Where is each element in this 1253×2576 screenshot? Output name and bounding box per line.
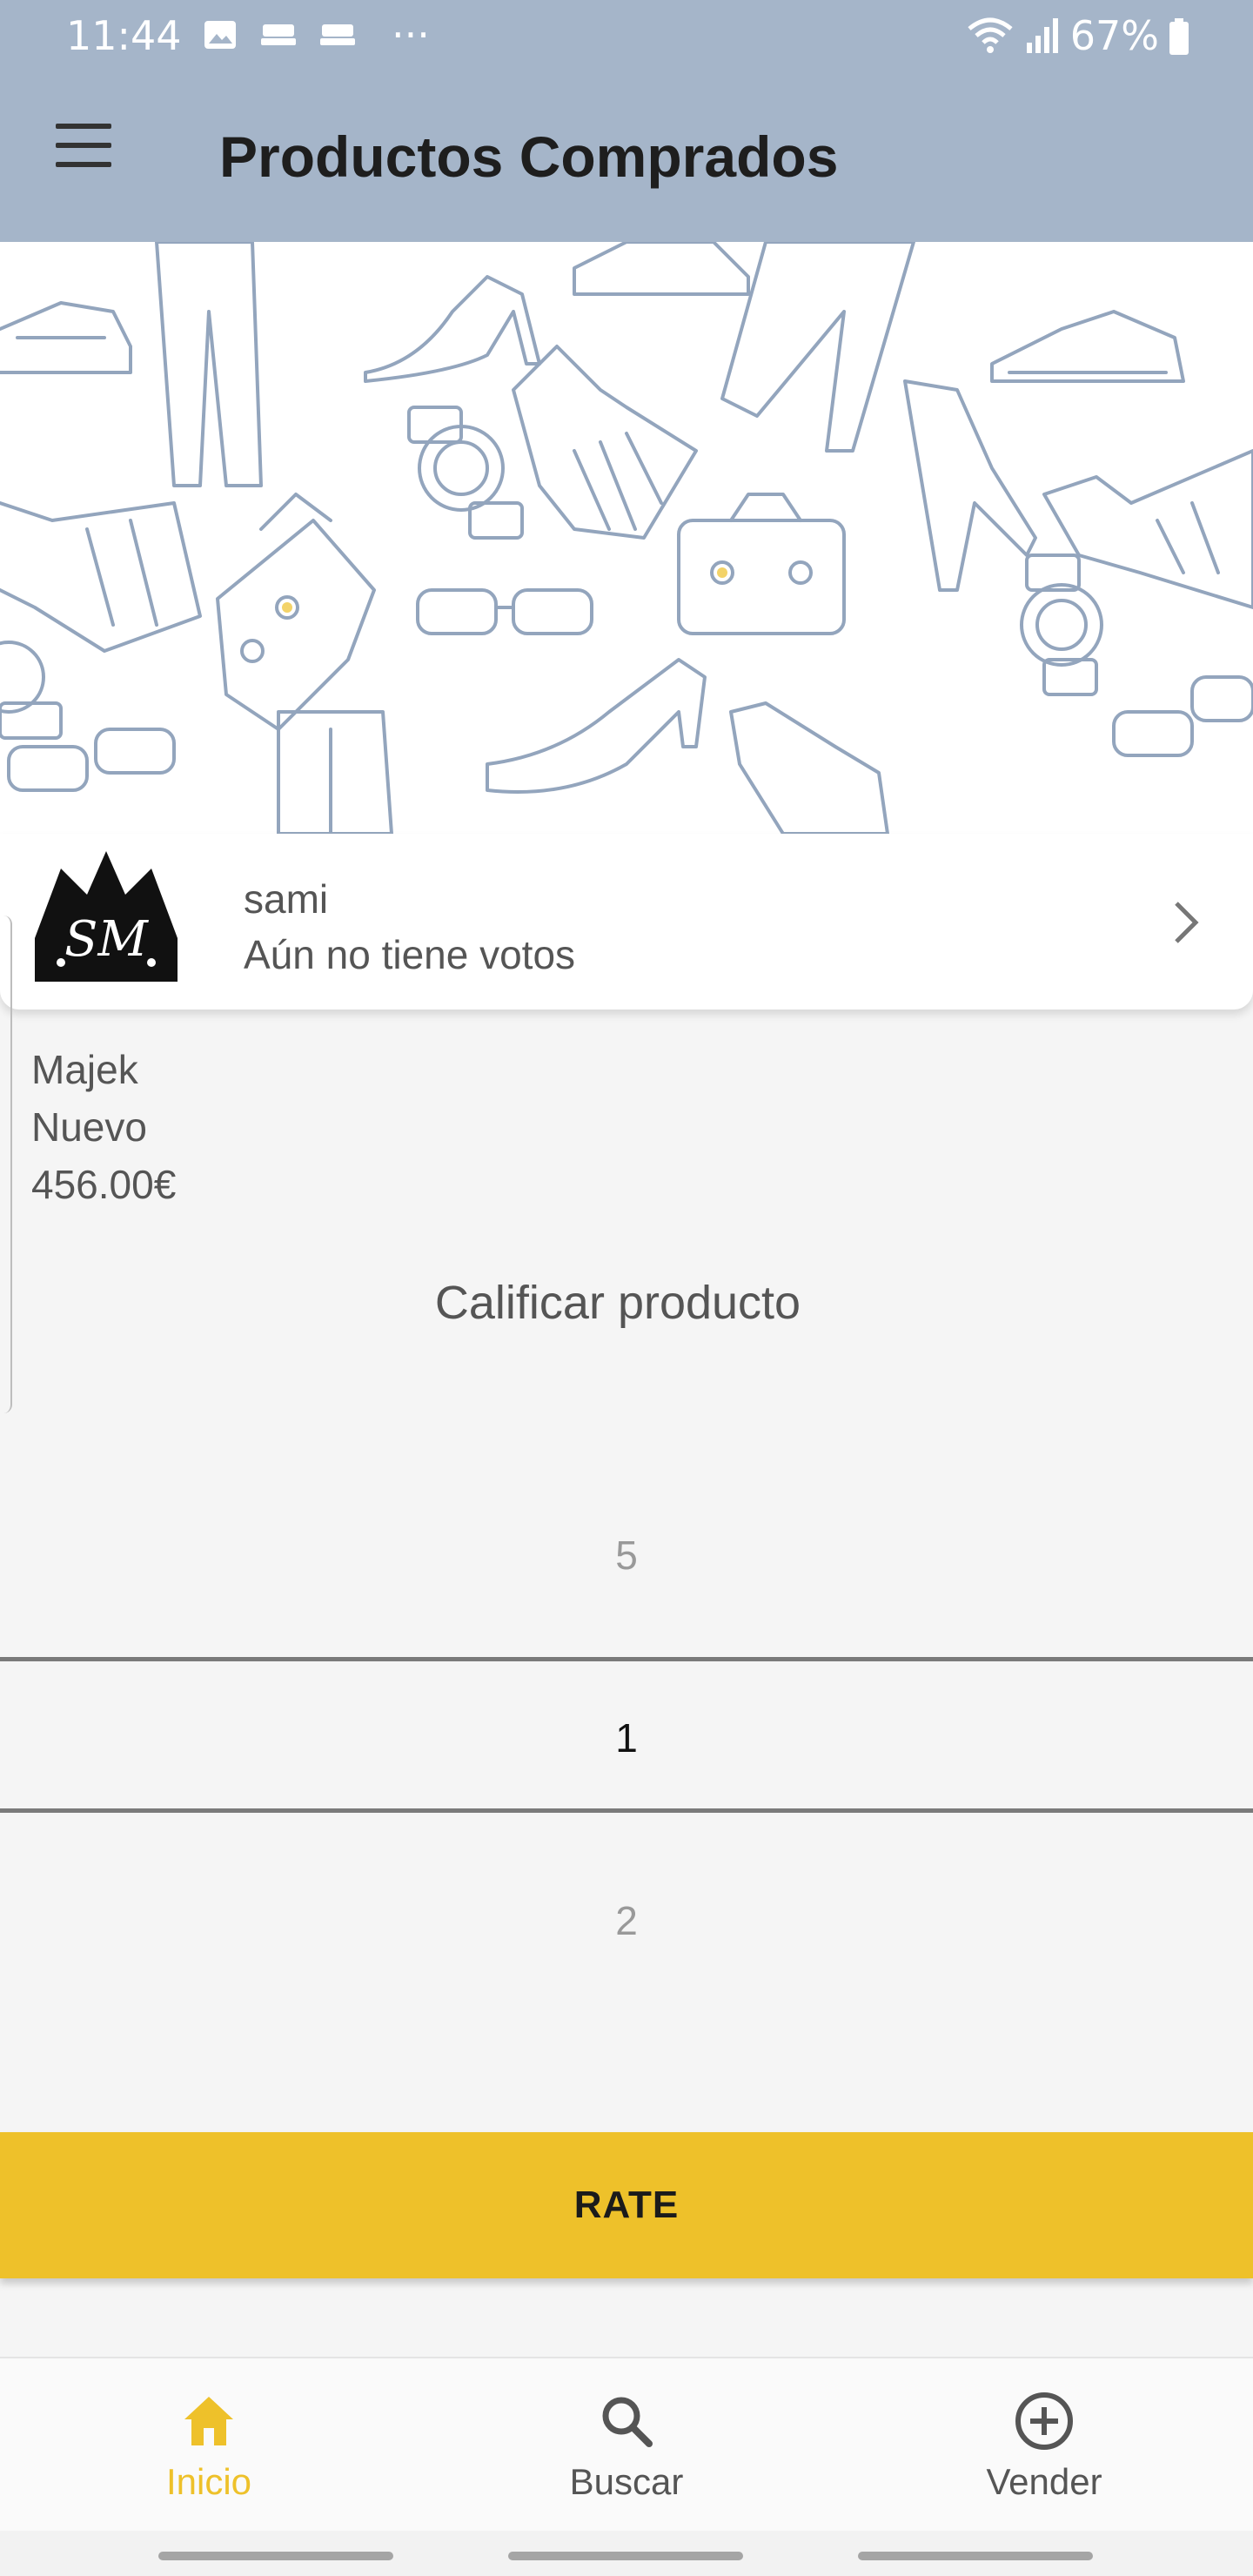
fashion-illustration — [0, 242, 1253, 834]
watch-illustration — [407, 406, 524, 540]
tab-inicio[interactable]: Inicio — [0, 2358, 418, 2532]
rate-title: Calificar producto — [434, 1277, 801, 1329]
notification-icons: ··· — [202, 11, 430, 58]
avatar-label: SM — [64, 911, 149, 968]
product-card-edge — [0, 916, 12, 1413]
seller-votes: Aún no tiene votos — [244, 932, 576, 977]
dress-right-illustration — [1042, 449, 1253, 609]
product-price: 456.00€ — [31, 1162, 177, 1207]
tab-inicio-label: Inicio — [165, 2461, 252, 2502]
product-condition: Nuevo — [31, 1104, 147, 1150]
add-circle-icon — [1015, 2392, 1073, 2450]
tab-vender[interactable]: Vender — [835, 2358, 1253, 2532]
nav-home-handle[interactable] — [508, 2552, 743, 2560]
trousers-right-illustration — [720, 242, 915, 453]
page-title: Productos Comprados — [219, 124, 839, 189]
sunglasses-illustration — [416, 588, 593, 635]
oxford-shoe-illustration — [729, 701, 889, 834]
bag-right-illustration — [677, 493, 846, 635]
high-heel-illustration — [364, 275, 541, 383]
dress-left-illustration — [0, 501, 202, 653]
picker-divider-top — [0, 1657, 1253, 1661]
battery-percent: 67% — [1069, 12, 1159, 59]
shoe-illustration — [573, 242, 750, 296]
trousers-illustration — [155, 242, 263, 487]
high-heel-right-illustration — [903, 379, 1037, 592]
bottom-navigation: Inicio Buscar Vender — [0, 2357, 1253, 2531]
nav-recents-handle[interactable] — [158, 2552, 393, 2560]
watch-left-illustration — [0, 641, 63, 740]
signal-icon — [1026, 18, 1058, 53]
sunglasses-right-illustration — [1112, 675, 1253, 757]
app-toolbar: Productos Comprados — [0, 70, 1253, 242]
sneaker-right-illustration — [990, 310, 1185, 383]
more-dots-icon: ··· — [392, 11, 430, 58]
seller-card[interactable]: SM sami Aún no tiene votos — [0, 834, 1253, 1010]
status-bar: 11:44 ··· 67% — [0, 0, 1253, 70]
search-icon — [602, 2397, 653, 2447]
sneaker-illustration — [0, 301, 132, 374]
watch-right-illustration — [1020, 553, 1103, 696]
cast-icon — [320, 24, 355, 45]
system-nav-bar — [0, 2531, 1253, 2576]
wifi-icon — [968, 17, 1013, 53]
high-heel-bottom-illustration — [486, 658, 707, 794]
bag-illustration — [216, 493, 376, 731]
seller-name: sami — [244, 876, 329, 922]
hamburger-menu-icon[interactable] — [50, 124, 120, 176]
product-info: Majek Nuevo 456.00€ — [31, 1041, 176, 1213]
cast-icon — [261, 24, 296, 45]
picker-divider-bottom — [0, 1808, 1253, 1813]
rate-button[interactable]: RATE — [0, 2132, 1253, 2278]
home-icon — [184, 2397, 233, 2445]
nav-back-handle[interactable] — [858, 2552, 1093, 2560]
status-time: 11:44 — [66, 12, 182, 59]
tab-vender-label: Vender — [986, 2461, 1102, 2502]
status-right: 67% — [966, 12, 1190, 59]
seller-avatar: SM — [35, 851, 178, 982]
tab-buscar-label: Buscar — [569, 2461, 684, 2502]
image-icon — [204, 21, 236, 49]
dress-illustration — [512, 345, 698, 540]
tab-buscar[interactable]: Buscar — [418, 2358, 835, 2532]
rating-picker[interactable]: 5 1 2 — [0, 1471, 1253, 2010]
product-name: Majek — [31, 1047, 138, 1092]
fashion-pattern-banner — [0, 242, 1253, 834]
picker-option-below[interactable]: 2 — [0, 1897, 1253, 1944]
battery-icon — [1169, 18, 1189, 55]
picker-option-above[interactable]: 5 — [0, 1532, 1253, 1579]
chevron-right-icon[interactable] — [1169, 896, 1204, 949]
picker-option-selected[interactable]: 1 — [0, 1714, 1253, 1761]
jeans-illustration — [277, 710, 393, 834]
